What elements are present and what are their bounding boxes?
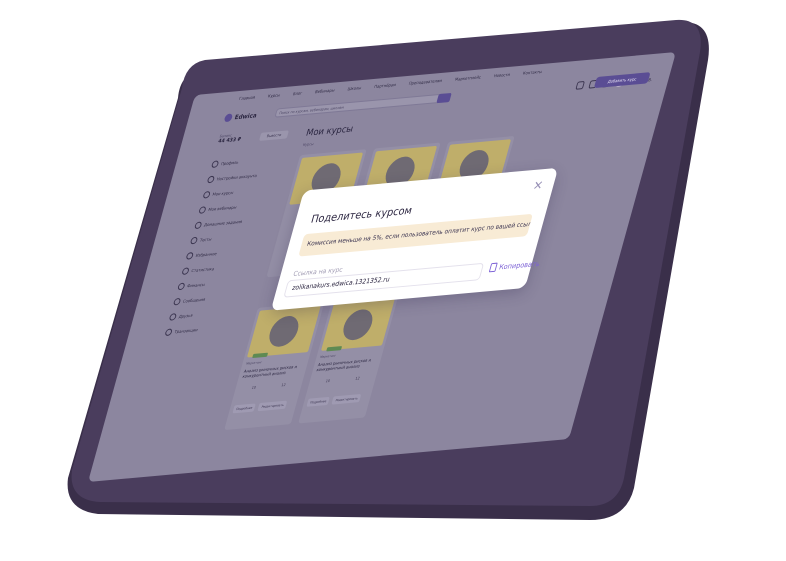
- course-thumbnail: [246, 305, 321, 359]
- logo-mark-icon: [223, 113, 234, 123]
- course-thumbnail: [320, 298, 395, 352]
- course-title: Анализ рыночных рисков и конкурентный ан…: [241, 363, 298, 379]
- nav-item[interactable]: Блог: [292, 90, 303, 96]
- menu-icon: [210, 160, 220, 169]
- course-photo: [339, 308, 377, 342]
- menu-icon: [177, 282, 186, 291]
- stat-value: 12: [280, 382, 287, 388]
- menu-icon: [164, 328, 173, 337]
- nav-item[interactable]: Вебинары: [315, 87, 336, 94]
- share-course-modal: ✕ Поделитесь курсом Комиссия меньше на 5…: [270, 167, 559, 311]
- menu-icon: [185, 252, 194, 260]
- page-title: Мои курсы: [304, 124, 355, 139]
- status-badge: [252, 352, 269, 359]
- page-subtitle: Курсы: [302, 141, 315, 147]
- close-icon[interactable]: ✕: [531, 178, 544, 193]
- nav-item[interactable]: Школы: [347, 85, 362, 91]
- menu-icon: [189, 236, 199, 245]
- sidebar-menu: Профиль Настройки аккаунта Мои курсы Мои…: [163, 152, 263, 340]
- course-title: Анализ рыночных рисков и конкурентный ан…: [315, 357, 372, 373]
- menu-icon: [198, 206, 207, 214]
- nav-item[interactable]: Курсы: [267, 92, 281, 98]
- menu-icon: [193, 221, 203, 230]
- logo[interactable]: Edwica: [223, 111, 258, 123]
- edit-button[interactable]: Редактировать: [257, 400, 288, 412]
- search-button[interactable]: [436, 92, 452, 104]
- menu-icon: [168, 313, 178, 321]
- nav-item[interactable]: Маркетплейс: [454, 74, 481, 81]
- heart-icon[interactable]: [575, 80, 585, 90]
- copy-label: Копировать: [498, 259, 541, 272]
- course-category: Маркетинг: [245, 360, 263, 366]
- card-actions: Подробнее Редактировать: [306, 393, 362, 407]
- menu-icon: [172, 297, 182, 306]
- edit-button[interactable]: Редактировать: [331, 393, 362, 405]
- course-stats: 10 12: [313, 375, 373, 384]
- menu-icon: [206, 175, 216, 184]
- stage: Главная Курсы Блог Вебинары Школы Партнё…: [0, 0, 786, 561]
- details-button[interactable]: Подробнее: [306, 396, 331, 407]
- copy-icon: [488, 262, 498, 273]
- menu-icon: [202, 190, 211, 199]
- nav-item[interactable]: Новости: [493, 72, 510, 79]
- card-actions: Подробнее Редактировать: [232, 400, 288, 414]
- nav-item[interactable]: Главная: [238, 95, 255, 102]
- course-photo: [265, 314, 303, 348]
- nav-item[interactable]: Преподавателям: [408, 78, 443, 86]
- nav-item[interactable]: Партнёрам: [374, 82, 397, 89]
- menu-icon: [181, 267, 190, 276]
- stat-value: 12: [354, 376, 361, 381]
- details-button[interactable]: Подробнее: [232, 403, 257, 414]
- status-badge: [326, 346, 343, 352]
- course-category: Маркетинг: [319, 353, 337, 359]
- stat-value: 10: [325, 378, 331, 384]
- logo-text: Edwica: [233, 111, 258, 121]
- modal-title: Поделитесь курсом: [309, 204, 414, 226]
- copy-button[interactable]: Копировать: [488, 259, 541, 273]
- course-stats: 10 12: [239, 382, 299, 391]
- withdraw-button[interactable]: Вывести: [258, 130, 289, 141]
- stat-value: 10: [251, 385, 257, 390]
- nav-item[interactable]: Контакты: [522, 69, 542, 76]
